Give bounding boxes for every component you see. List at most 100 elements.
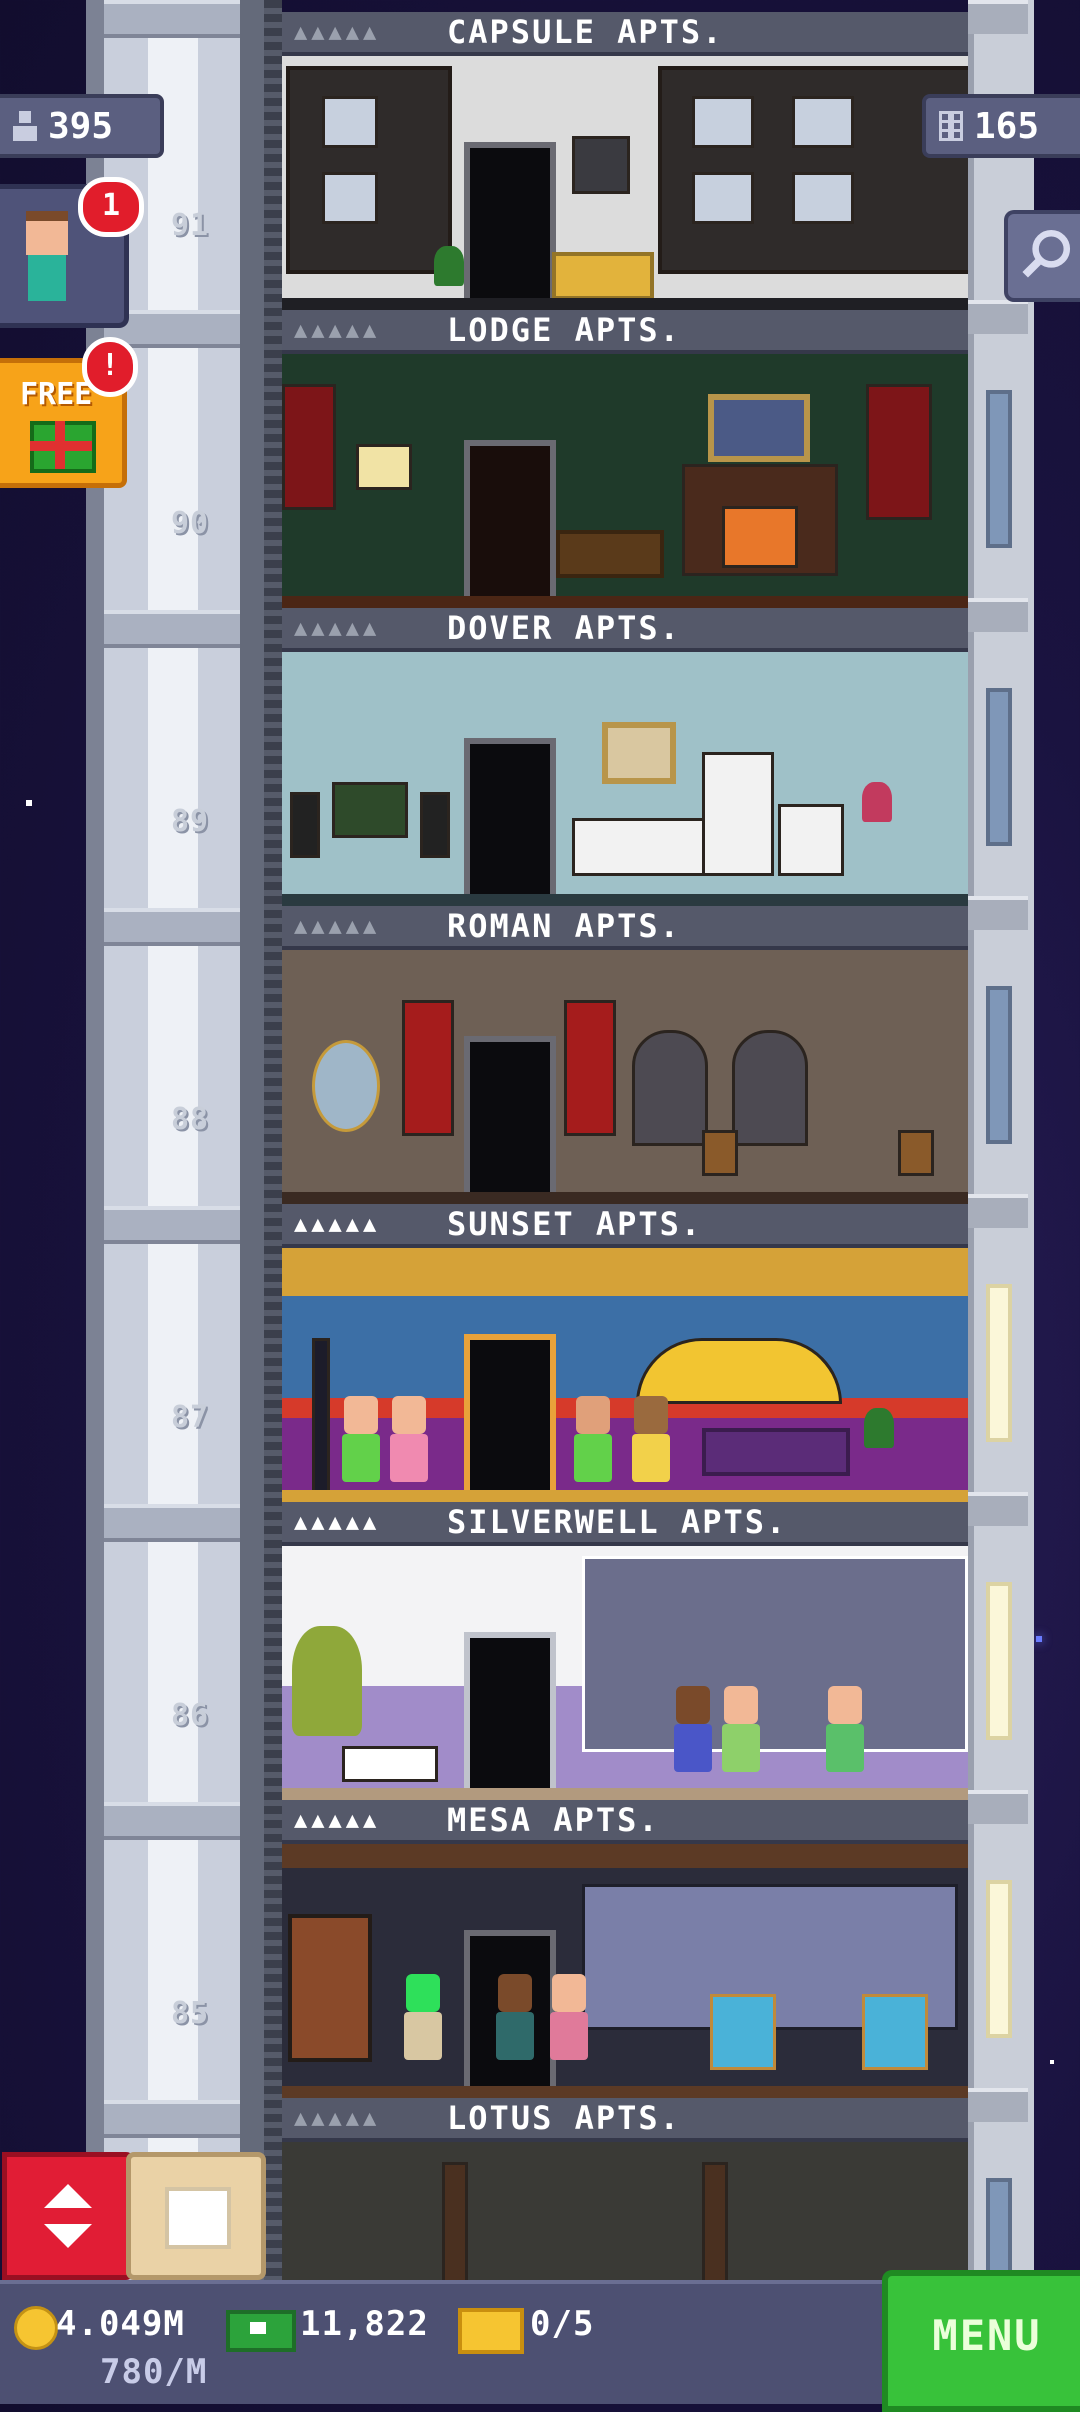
red-curtain <box>866 384 932 520</box>
floor-room[interactable] <box>282 950 968 1204</box>
floor-header: ▲▲▲▲▲ SILVERWELL APTS. <box>282 1502 968 1546</box>
population-counter[interactable]: 395 <box>0 94 164 158</box>
capsule-pod <box>692 96 754 148</box>
floors-value: 165 <box>974 105 1040 147</box>
floorboard <box>282 1192 968 1204</box>
wall-ledge <box>968 598 1028 632</box>
floor-name: MESA APTS. <box>447 1801 660 1839</box>
resident[interactable] <box>338 1396 384 1482</box>
mirror <box>312 1040 380 1132</box>
resident[interactable] <box>492 1974 538 2060</box>
floor-header: ▲▲▲▲▲ ROMAN APTS. <box>282 906 968 950</box>
shaft-band <box>104 1802 240 1840</box>
door <box>464 1632 556 1788</box>
free-gift-button[interactable]: FREE ! <box>0 337 138 488</box>
coin-icon <box>14 2306 58 2350</box>
menu-button[interactable]: MENU <box>882 2270 1080 2412</box>
floorboard <box>282 1490 968 1502</box>
floor-roman-apts[interactable]: ▲▲▲▲▲ ROMAN APTS. <box>282 906 968 1204</box>
floors-counter[interactable]: 165 <box>922 94 1080 158</box>
wall-window <box>986 1582 1012 1740</box>
floor-room[interactable] <box>282 1844 968 2098</box>
shaft-rail <box>264 0 282 2280</box>
floorboard <box>282 2086 968 2098</box>
floor-dover-apts[interactable]: ▲▲▲▲▲ DOVER APTS. <box>282 608 968 906</box>
urn <box>898 1130 934 1176</box>
wall-window <box>986 1880 1012 2038</box>
resident[interactable] <box>822 1686 868 1772</box>
floor-room[interactable] <box>282 354 968 608</box>
wall-window <box>986 688 1012 846</box>
floor-mesa-apts[interactable]: ▲▲▲▲▲ MESA APTS. <box>282 1800 968 2098</box>
plant <box>434 246 464 286</box>
build-floor-button[interactable] <box>126 2152 266 2280</box>
resident[interactable] <box>628 1396 674 1482</box>
tower-bux-value[interactable]: 11,822 <box>300 2304 429 2344</box>
floor-room[interactable] <box>282 652 968 906</box>
resident[interactable] <box>386 1396 432 1482</box>
shaft-band <box>104 908 240 946</box>
floor-name: LODGE APTS. <box>447 311 681 349</box>
door <box>464 1334 556 1490</box>
floorboard <box>282 298 968 310</box>
wall-ledge <box>968 1194 1028 1228</box>
wall-ledge <box>968 1492 1028 1526</box>
large-window <box>582 1556 968 1752</box>
floor-header: ▲▲▲▲▲ DOVER APTS. <box>282 608 968 652</box>
resident[interactable] <box>670 1686 716 1772</box>
painting <box>708 394 810 462</box>
floor-silverwell-apts[interactable]: ▲▲▲▲▲ SILVERWELL APTS. <box>282 1502 968 1800</box>
resident[interactable] <box>400 1974 446 2060</box>
door <box>464 738 556 894</box>
speaker <box>290 792 320 858</box>
floor-capsule-apts[interactable]: ▲▲▲▲▲ CAPSULE APTS. <box>282 12 968 310</box>
floor-lotus-apts[interactable]: ▲▲▲▲▲ LOTUS APTS. <box>282 2098 968 2280</box>
floor-header: ▲▲▲▲▲ LOTUS APTS. <box>282 2098 968 2142</box>
plant <box>292 1626 362 1736</box>
wall-ledge <box>968 1790 1028 1824</box>
star-rating: ▲▲▲▲▲ <box>294 914 381 939</box>
floor-name: ROMAN APTS. <box>447 907 681 945</box>
elevator-button[interactable] <box>2 2152 134 2280</box>
sun-awning <box>636 1338 842 1404</box>
floor-header: ▲▲▲▲▲ SUNSET APTS. <box>282 1204 968 1248</box>
wall-window <box>986 1284 1012 1442</box>
floor-number: 90 <box>170 506 210 541</box>
resident[interactable] <box>546 1974 592 2060</box>
resident[interactable] <box>718 1686 764 1772</box>
plant <box>864 1408 894 1448</box>
floor-number: 91 <box>170 208 210 243</box>
wall-ledge <box>968 896 1028 930</box>
floor-number: 89 <box>170 804 210 839</box>
banner <box>564 1000 616 1136</box>
sofa <box>552 252 654 300</box>
side-table <box>342 1746 438 1782</box>
floor-header: ▲▲▲▲▲ CAPSULE APTS. <box>282 12 968 56</box>
floor-name: DOVER APTS. <box>447 609 681 647</box>
floor-room[interactable] <box>282 56 968 310</box>
floor-lodge-apts[interactable]: ▲▲▲▲▲ LODGE APTS. <box>282 310 968 608</box>
tickets-value[interactable]: 0/5 <box>530 2304 594 2344</box>
building-icon <box>939 111 963 141</box>
vip-visitor-button[interactable]: 1 <box>0 177 144 328</box>
free-alert-badge: ! <box>82 337 138 397</box>
floor-sunset-apts[interactable]: ▲▲▲▲▲ SUNSET APTS. <box>282 1204 968 1502</box>
stove <box>778 804 844 876</box>
capsule-pod <box>792 172 854 224</box>
fridge <box>702 752 774 876</box>
floor-room[interactable] <box>282 2142 968 2280</box>
floor-number: 86 <box>170 1698 210 1733</box>
sofa <box>702 1428 850 1476</box>
shaft-band <box>104 1206 240 1244</box>
wall-ledge <box>968 0 1028 34</box>
search-button[interactable] <box>1004 210 1080 302</box>
floor-room[interactable] <box>282 1248 968 1502</box>
capsule-pod <box>322 172 378 224</box>
free-label: FREE <box>20 377 93 412</box>
resident[interactable] <box>570 1396 616 1482</box>
wall-ledge <box>968 300 1028 334</box>
floor-room[interactable] <box>282 1546 968 1800</box>
tower-bux-icon <box>226 2310 296 2352</box>
sky-star <box>1036 1636 1042 1642</box>
shaft-band <box>104 2100 240 2138</box>
